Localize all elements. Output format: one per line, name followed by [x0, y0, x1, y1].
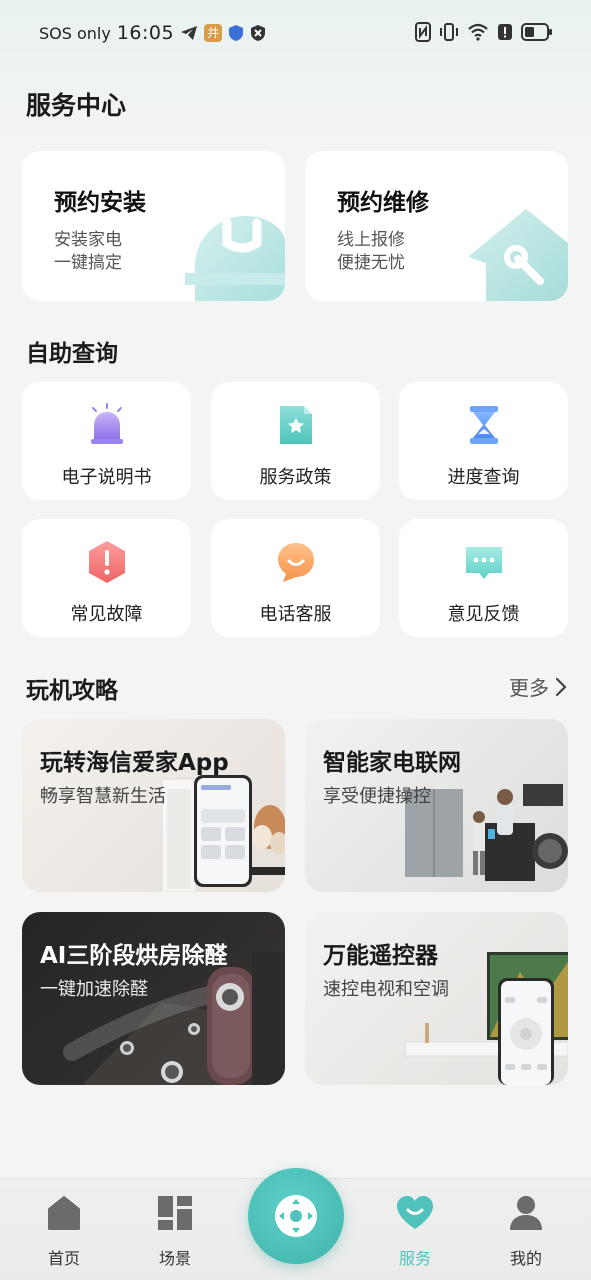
remote-dpad-icon [275, 1195, 317, 1237]
policy-document-icon [279, 406, 312, 444]
helmet-icon [185, 216, 285, 301]
hourglass-icon [469, 406, 498, 444]
service-policy-tile[interactable]: 服务政策 [211, 382, 380, 500]
house-wrench-icon [468, 209, 568, 301]
guide-subtitle: 速控电视和空调 [323, 979, 449, 1000]
tab-label: 场景 [158, 1249, 191, 1268]
guide-card-app[interactable]: 玩转海信爱家App 畅享智慧新生活 [22, 719, 285, 892]
card-title: 预约安装 [54, 190, 146, 216]
battery-icon [521, 23, 552, 41]
heart-smile-icon [397, 1196, 433, 1229]
self-help-title: 自助查询 [26, 341, 118, 367]
guide-title: 玩转海信爱家App [40, 750, 229, 776]
feedback-message-icon [465, 547, 502, 579]
guide-card-ai-dry[interactable]: AI三阶段烘房除醛 一键加速除醛 [22, 912, 285, 1085]
tile-label: 服务政策 [259, 467, 332, 488]
guide-subtitle: 畅享智慧新生活 [40, 786, 166, 807]
alert-icon [498, 24, 512, 40]
user-icon [510, 1196, 542, 1230]
shield-icon [229, 25, 244, 41]
tile-label: 常见故障 [70, 604, 143, 625]
tile-label: 意见反馈 [447, 604, 520, 625]
guide-title: AI三阶段烘房除醛 [40, 943, 228, 969]
card-subtitle-line1: 安装家电 [54, 230, 122, 250]
tab-label: 我的 [509, 1249, 542, 1268]
status-bar: SOS only 16:05 井 [0, 0, 591, 64]
tab-scene[interactable]: 场景 [135, 1193, 215, 1269]
nfc-icon [415, 22, 431, 42]
phone-support-tile[interactable]: 电话客服 [211, 519, 380, 637]
wifi-icon [468, 23, 488, 41]
tab-service[interactable]: 服务 [375, 1193, 455, 1269]
guide-card-iot[interactable]: 智能家电联网 享受便捷操控 [305, 719, 568, 892]
guide-subtitle: 享受便捷操控 [323, 786, 431, 807]
guide-title: 智能家电联网 [323, 750, 461, 776]
clock: 16:05 [116, 22, 175, 44]
e-manual-tile[interactable]: 电子说明书 [22, 382, 191, 500]
remote-control-button[interactable] [248, 1168, 344, 1264]
more-link[interactable]: 更多 [509, 672, 567, 701]
vpn-icon [251, 25, 266, 41]
tile-label: 电子说明书 [61, 467, 152, 488]
guide-card-remote[interactable]: 万能遥控器 速控电视和空调 [305, 912, 568, 1085]
guide-subtitle: 一键加速除醛 [40, 979, 148, 1000]
telegram-icon [181, 26, 198, 40]
install-appointment-card[interactable]: 预约安装 安装家电 一键搞定 [22, 151, 285, 301]
tile-label: 进度查询 [447, 467, 520, 488]
scene-grid-icon [158, 1196, 192, 1230]
warning-hexagon-icon [88, 541, 125, 583]
carrier-label: SOS only [39, 23, 111, 43]
home-icon [48, 1196, 80, 1230]
chat-bubble-smile-icon [277, 543, 314, 582]
chevron-right-icon [555, 677, 567, 696]
tab-label: 服务 [398, 1249, 431, 1268]
tile-label: 电话客服 [259, 604, 332, 625]
progress-query-tile[interactable]: 进度查询 [399, 382, 568, 500]
card-subtitle-line2: 便捷无忧 [337, 253, 405, 273]
alarm-light-icon [90, 403, 123, 444]
card-subtitle-line1: 线上报修 [337, 230, 405, 250]
feedback-tile[interactable]: 意见反馈 [399, 519, 568, 637]
common-faults-tile[interactable]: 常见故障 [22, 519, 191, 637]
page-title: 服务中心 [26, 91, 127, 120]
tab-label: 首页 [47, 1249, 80, 1268]
card-title: 预约维修 [337, 190, 429, 216]
more-label: 更多 [509, 676, 549, 700]
guide-title: 万能遥控器 [323, 943, 438, 969]
repair-appointment-card[interactable]: 预约维修 线上报修 便捷无忧 [305, 151, 568, 301]
vibrate-icon [440, 23, 458, 41]
tab-home[interactable]: 首页 [24, 1193, 104, 1269]
app-badge-icon: 井 [204, 24, 223, 42]
tab-mine[interactable]: 我的 [486, 1193, 566, 1269]
card-subtitle-line2: 一键搞定 [54, 253, 122, 273]
guides-title: 玩机攻略 [26, 678, 118, 704]
